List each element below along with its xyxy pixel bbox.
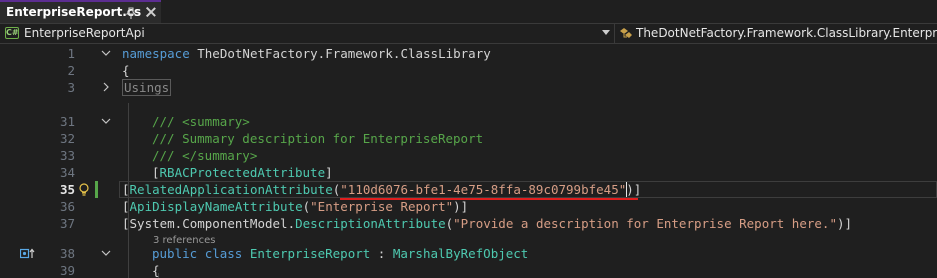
line-number: 1 xyxy=(67,46,75,61)
code-text: [RBACProtectedAttribute] xyxy=(152,165,333,180)
code-line-3[interactable]: 3 Usings xyxy=(0,79,937,96)
tab-enterprise-report[interactable]: EnterpriseReport.cs xyxy=(0,0,161,24)
line-number: 39 xyxy=(59,263,75,278)
code-comment: /// Summary description for EnterpriseRe… xyxy=(152,131,484,146)
line-number: 34 xyxy=(59,165,75,180)
text-caret xyxy=(626,182,627,197)
tab-title: EnterpriseReport.cs xyxy=(6,5,142,19)
code-line-36[interactable]: 36 [ApiDisplayNameAttribute("Enterprise … xyxy=(0,198,937,215)
code-text: public class EnterpriseReport : MarshalB… xyxy=(152,246,529,261)
close-icon[interactable] xyxy=(144,5,158,19)
code-line-39[interactable]: 39 { xyxy=(0,262,937,278)
line-number: 36 xyxy=(59,199,75,214)
line-number: 3 xyxy=(67,80,75,95)
line-number: 32 xyxy=(59,131,75,146)
collapse-icon[interactable] xyxy=(101,48,111,58)
lightbulb-icon[interactable] xyxy=(78,183,90,196)
code-text: { xyxy=(122,63,130,78)
code-text: { xyxy=(152,263,160,278)
code-editor[interactable]: 1 namespace TheDotNetFactory.Framework.C… xyxy=(0,45,937,278)
class-icon xyxy=(620,28,632,38)
code-text: [System.ComponentModel.DescriptionAttrib… xyxy=(122,216,853,231)
code-line-33[interactable]: 33 /// </summary> xyxy=(0,147,937,164)
code-text: [ApiDisplayNameAttribute("Enterprise Rep… xyxy=(122,199,469,214)
document-tab-strip: EnterpriseReport.cs xyxy=(0,0,937,24)
change-marker xyxy=(95,181,98,198)
collapsed-usings[interactable]: Usings xyxy=(122,79,172,96)
line-number: 31 xyxy=(59,114,75,129)
project-dropdown[interactable]: C# EnterpriseReportApi xyxy=(0,24,614,43)
collapse-icon[interactable] xyxy=(101,116,111,126)
pin-icon[interactable] xyxy=(124,6,138,20)
code-comment: /// </summary> xyxy=(152,148,258,163)
project-label: EnterpriseReportApi xyxy=(24,26,145,40)
navigation-bar: C# EnterpriseReportApi TheDotNetFactory.… xyxy=(0,24,937,44)
code-line-37[interactable]: 37 [System.ComponentModel.DescriptionAtt… xyxy=(0,215,937,232)
chevron-down-icon[interactable] xyxy=(602,30,610,35)
code-text: [RelatedApplicationAttribute("110d6076-b… xyxy=(122,182,642,197)
expand-icon[interactable] xyxy=(101,82,111,92)
line-number: 38 xyxy=(59,246,75,261)
collapse-icon[interactable] xyxy=(101,248,111,258)
line-number: 37 xyxy=(59,216,75,231)
code-line-32[interactable]: 32 /// Summary description for Enterpris… xyxy=(0,130,937,147)
code-text: namespace TheDotNetFactory.Framework.Cla… xyxy=(122,46,491,61)
line-number: 35 xyxy=(59,182,75,197)
code-line-34[interactable]: 34 [RBACProtectedAttribute] xyxy=(0,164,937,181)
type-scope-dropdown[interactable]: TheDotNetFactory.Framework.ClassLibrary.… xyxy=(616,24,937,43)
navbar-separator xyxy=(614,24,615,43)
line-number: 33 xyxy=(59,148,75,163)
code-comment: /// <summary> xyxy=(152,114,250,129)
type-scope-label: TheDotNetFactory.Framework.ClassLibrary.… xyxy=(636,26,937,40)
code-line-2[interactable]: 2 { xyxy=(0,62,937,79)
implementation-glyph-icon[interactable] xyxy=(20,248,36,259)
code-line-35-current[interactable]: 35 [RelatedApplicationAttribute("110d607… xyxy=(0,181,937,200)
line-number: 2 xyxy=(67,63,75,78)
code-line-1[interactable]: 1 namespace TheDotNetFactory.Framework.C… xyxy=(0,45,937,62)
code-line-38[interactable]: 38 public class EnterpriseReport : Marsh… xyxy=(0,245,937,262)
csharp-project-icon: C# xyxy=(5,27,19,39)
code-line-31[interactable]: 31 /// <summary> xyxy=(0,113,937,130)
